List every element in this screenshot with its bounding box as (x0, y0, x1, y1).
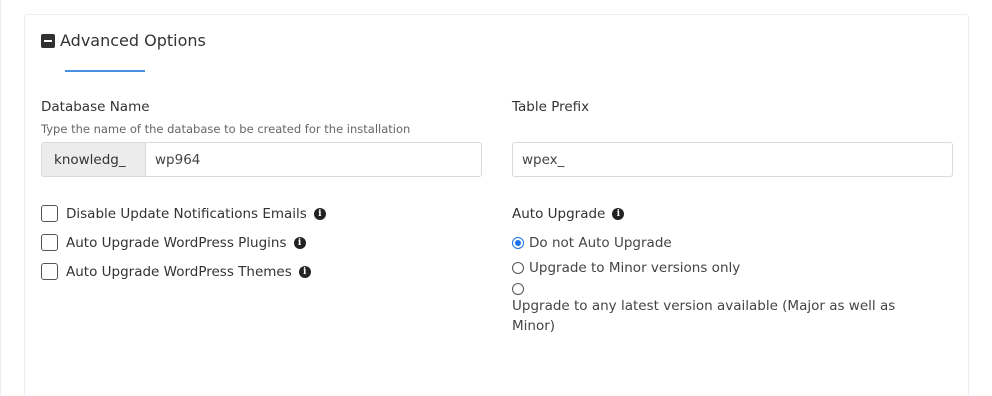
auto-upgrade-heading: Auto Upgrade i (512, 206, 625, 222)
disable-update-notifications-label: Disable Update Notifications Emails (66, 205, 307, 222)
table-prefix-label: Table Prefix (512, 99, 590, 115)
database-name-label: Database Name (41, 99, 150, 115)
radio-button-major[interactable] (512, 283, 524, 295)
section-title: Advanced Options (60, 31, 206, 50)
radio-option-minor[interactable]: Upgrade to Minor versions only (512, 260, 740, 276)
database-name-input[interactable]: wp964 (145, 142, 482, 177)
info-icon[interactable]: i (293, 236, 306, 249)
auto-upgrade-plugins-label: Auto Upgrade WordPress Plugins (66, 234, 287, 251)
auto-upgrade-themes-label: Auto Upgrade WordPress Themes (66, 263, 292, 280)
info-icon[interactable]: i (313, 207, 326, 220)
radio-label-no-upgrade: Do not Auto Upgrade (529, 235, 672, 251)
auto-upgrade-label: Auto Upgrade (512, 206, 606, 222)
auto-upgrade-plugins-checkbox[interactable] (41, 234, 58, 251)
table-prefix-input[interactable]: wpex_ (512, 142, 953, 177)
database-name-input-group: knowledg_ wp964 (41, 142, 482, 177)
auto-upgrade-themes-row: Auto Upgrade WordPress Themes i (41, 263, 311, 280)
radio-button-no-upgrade[interactable] (512, 237, 524, 249)
database-name-hint: Type the name of the database to be crea… (41, 122, 411, 136)
radio-button-minor[interactable] (512, 262, 524, 274)
disable-update-notifications-row: Disable Update Notifications Emails i (41, 205, 326, 222)
page-left-border (0, 0, 1, 396)
disable-update-notifications-checkbox[interactable] (41, 205, 58, 222)
auto-upgrade-plugins-row: Auto Upgrade WordPress Plugins i (41, 234, 306, 251)
section-title-underline (65, 70, 145, 72)
minus-square-icon[interactable] (41, 33, 55, 48)
radio-label-major: Upgrade to any latest version available … (512, 298, 896, 334)
radio-option-no-upgrade[interactable]: Do not Auto Upgrade (512, 235, 672, 251)
radio-label-minor: Upgrade to Minor versions only (529, 260, 741, 276)
database-prefix-addon: knowledg_ (41, 142, 145, 177)
advanced-options-toggle[interactable]: Advanced Options (41, 31, 206, 50)
info-icon[interactable]: i (298, 265, 311, 278)
auto-upgrade-themes-checkbox[interactable] (41, 263, 58, 280)
radio-option-major[interactable] (512, 283, 529, 295)
info-icon[interactable]: i (612, 208, 625, 220)
